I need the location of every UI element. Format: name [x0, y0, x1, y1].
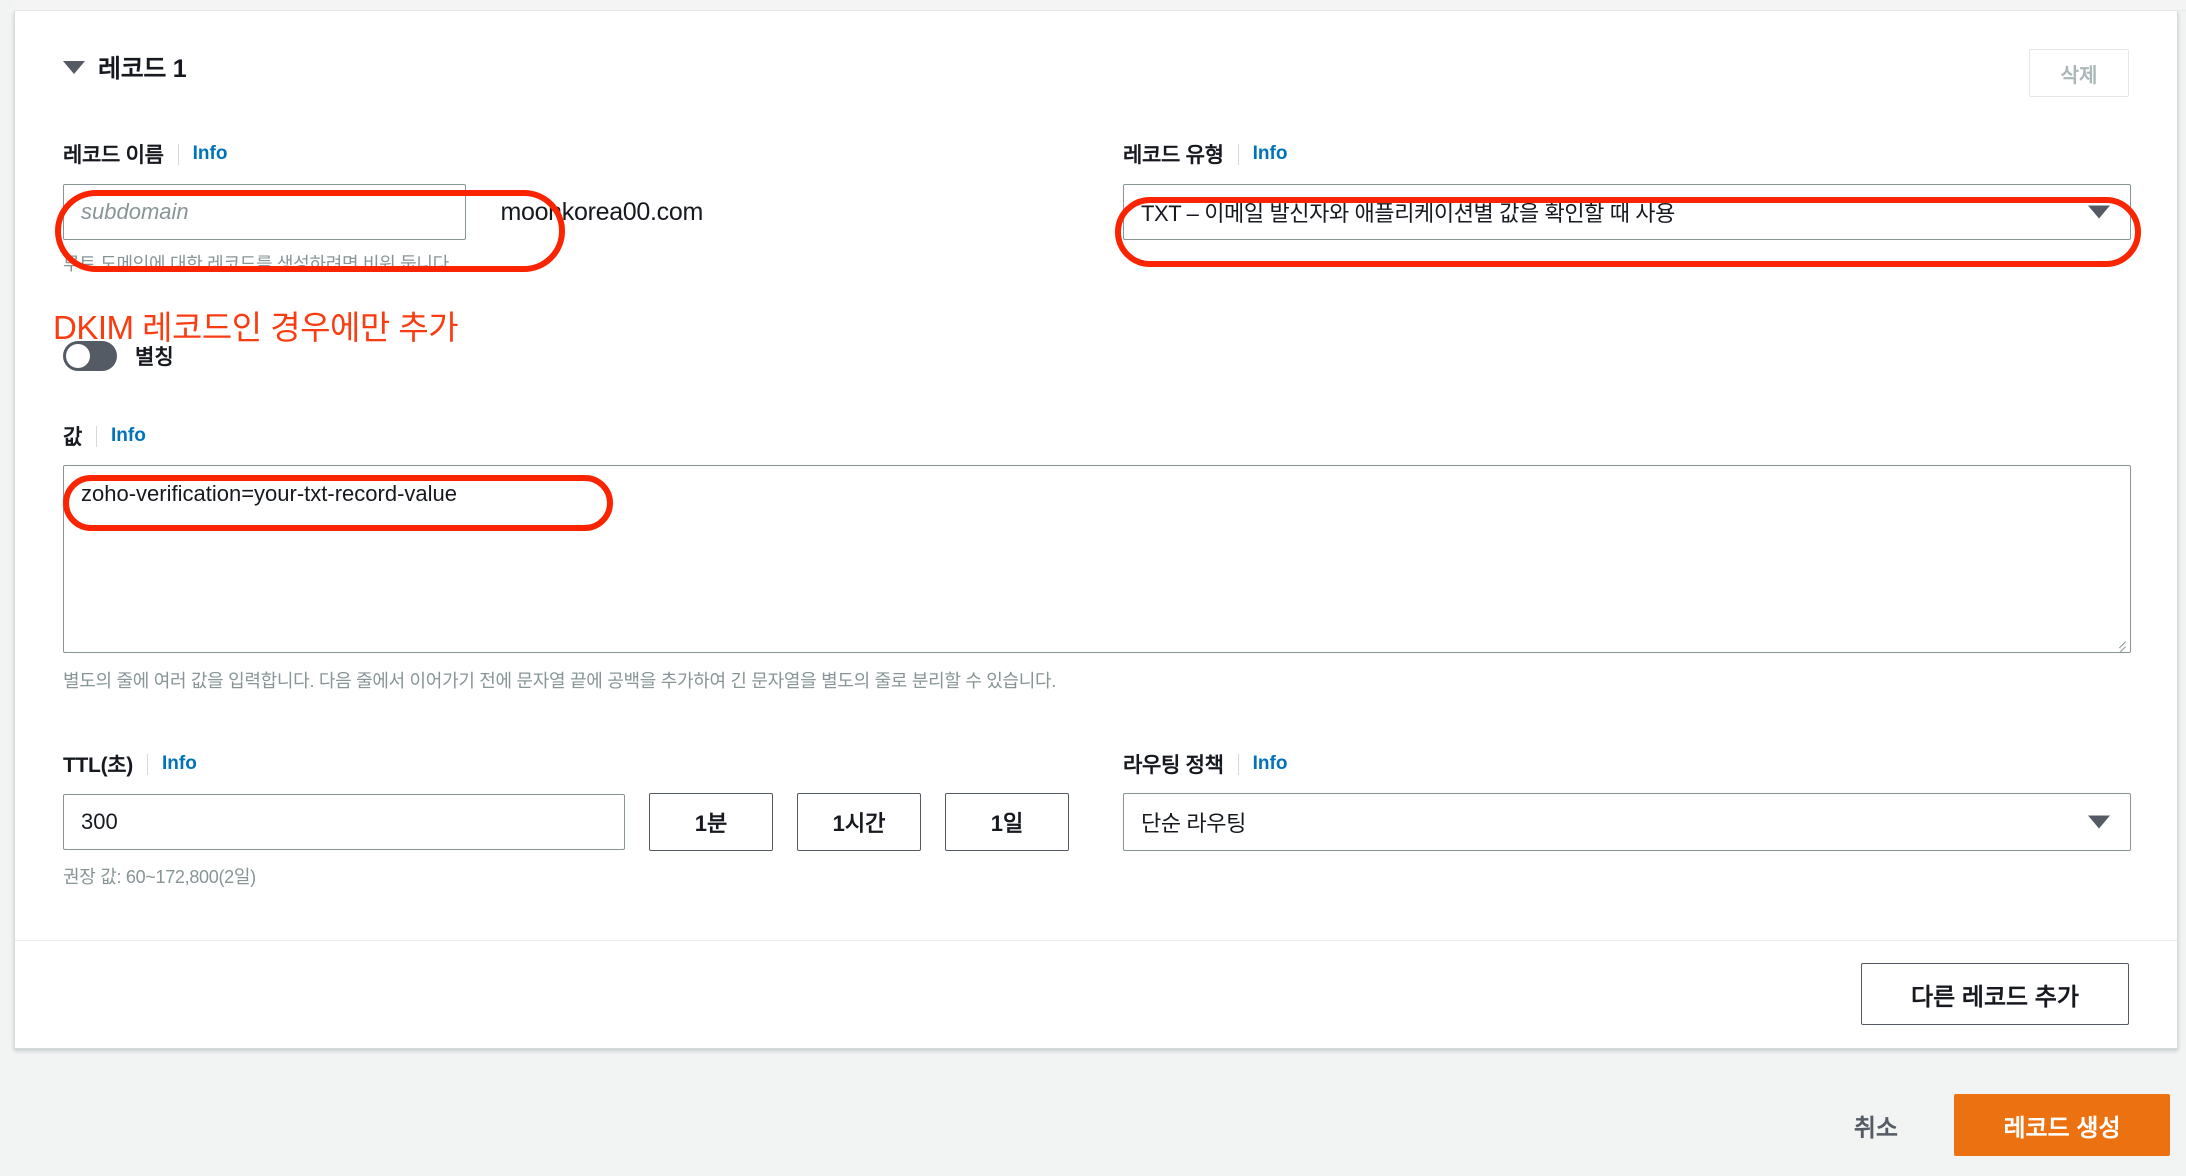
value-label-row: 값 Info: [63, 421, 2131, 451]
chevron-down-icon: [2088, 816, 2110, 829]
value-label: 값: [63, 421, 82, 451]
record-type-label: 레코드 유형: [1123, 139, 1224, 169]
create-record-button[interactable]: 레코드 생성: [1954, 1094, 2170, 1156]
ttl-input[interactable]: [63, 794, 625, 850]
record-name-field: 레코드 이름 Info moonkorea00.com 루트 도메인에 대한 레…: [63, 139, 703, 276]
resize-handle-icon[interactable]: [2109, 632, 2127, 650]
routing-policy-selected-value: 단순 라우팅: [1141, 806, 1246, 838]
value-textarea[interactable]: zoho-verification=your-txt-record-value: [63, 465, 2131, 653]
ttl-quick-1min[interactable]: 1분: [649, 793, 773, 851]
delete-record-button[interactable]: 삭제: [2029, 49, 2129, 97]
label-divider: [178, 144, 179, 165]
record-name-label-row: 레코드 이름 Info: [63, 139, 703, 169]
routing-policy-field: 라우팅 정책 Info 단순 라우팅: [1123, 749, 2131, 851]
record-type-info-link[interactable]: Info: [1253, 143, 1288, 165]
label-divider: [96, 426, 97, 447]
ttl-label-row: TTL(초) Info: [63, 749, 1069, 779]
record-header[interactable]: 레코드 1: [63, 49, 186, 85]
record-name-label: 레코드 이름: [63, 139, 164, 169]
record-name-input-wrap: [63, 184, 466, 240]
triangle-down-icon[interactable]: [63, 61, 85, 74]
label-divider: [1238, 754, 1239, 775]
record-card-body: 레코드 1 삭제 레코드 이름 Info moonkorea00.com 루트 …: [15, 11, 2177, 941]
record-type-selected-value: TXT – 이메일 발신자와 애플리케이션별 값을 확인할 때 사용: [1141, 196, 1675, 228]
record-type-select[interactable]: TXT – 이메일 발신자와 애플리케이션별 값을 확인할 때 사용: [1123, 184, 2131, 240]
routing-policy-label-row: 라우팅 정책 Info: [1123, 749, 2131, 779]
alias-label: 별칭: [135, 341, 174, 371]
record-name-input-row: moonkorea00.com: [63, 184, 703, 240]
top-strip: [0, 0, 2186, 11]
record-creation-page: 레코드 1 삭제 레코드 이름 Info moonkorea00.com 루트 …: [0, 0, 2186, 1176]
ttl-input-row: 1분 1시간 1일: [63, 793, 1069, 851]
record-name-input[interactable]: [63, 184, 466, 240]
value-hint: 별도의 줄에 여러 값을 입력합니다. 다음 줄에서 이어가기 전에 문자열 끝…: [63, 667, 2131, 693]
record-title: 레코드 1: [98, 49, 186, 85]
routing-policy-label: 라우팅 정책: [1123, 749, 1224, 779]
value-info-link[interactable]: Info: [111, 425, 146, 447]
domain-suffix-text: moonkorea00.com: [500, 198, 703, 227]
record-type-label-row: 레코드 유형 Info: [1123, 139, 2131, 169]
card-footer: 다른 레코드 추가: [15, 940, 2177, 1048]
toggle-knob: [66, 344, 90, 368]
chevron-down-icon: [2088, 206, 2110, 219]
ttl-hint: 권장 값: 60~172,800(2일): [63, 863, 1069, 889]
label-divider: [147, 754, 148, 775]
ttl-quick-1hour[interactable]: 1시간: [797, 793, 921, 851]
ttl-field: TTL(초) Info 1분 1시간 1일 권장 값: 60~172,800(2…: [63, 749, 1069, 889]
ttl-label: TTL(초): [63, 749, 133, 779]
ttl-info-link[interactable]: Info: [162, 753, 197, 775]
add-another-record-button[interactable]: 다른 레코드 추가: [1861, 963, 2129, 1025]
ttl-quick-buttons: 1분 1시간 1일: [649, 793, 1069, 851]
record-type-field: 레코드 유형 Info TXT – 이메일 발신자와 애플리케이션별 값을 확인…: [1123, 139, 2131, 240]
routing-policy-info-link[interactable]: Info: [1253, 753, 1288, 775]
value-textarea-content: zoho-verification=your-txt-record-value: [81, 481, 457, 506]
record-name-info-link[interactable]: Info: [193, 143, 228, 165]
value-field: 값 Info zoho-verification=your-txt-record…: [63, 421, 2131, 693]
alias-toggle-row[interactable]: 별칭: [63, 341, 174, 371]
page-actions: 취소 레코드 생성: [1854, 1094, 2170, 1156]
record-card: 레코드 1 삭제 레코드 이름 Info moonkorea00.com 루트 …: [14, 11, 2178, 1049]
left-gutter: [0, 0, 14, 1050]
record-name-hint: 루트 도메인에 대한 레코드를 생성하려면 비워 둡니다.: [63, 250, 703, 276]
label-divider: [1238, 144, 1239, 165]
alias-toggle[interactable]: [63, 341, 117, 371]
cancel-button[interactable]: 취소: [1854, 1108, 1898, 1143]
routing-policy-select[interactable]: 단순 라우팅: [1123, 793, 2131, 851]
ttl-quick-1day[interactable]: 1일: [945, 793, 1069, 851]
